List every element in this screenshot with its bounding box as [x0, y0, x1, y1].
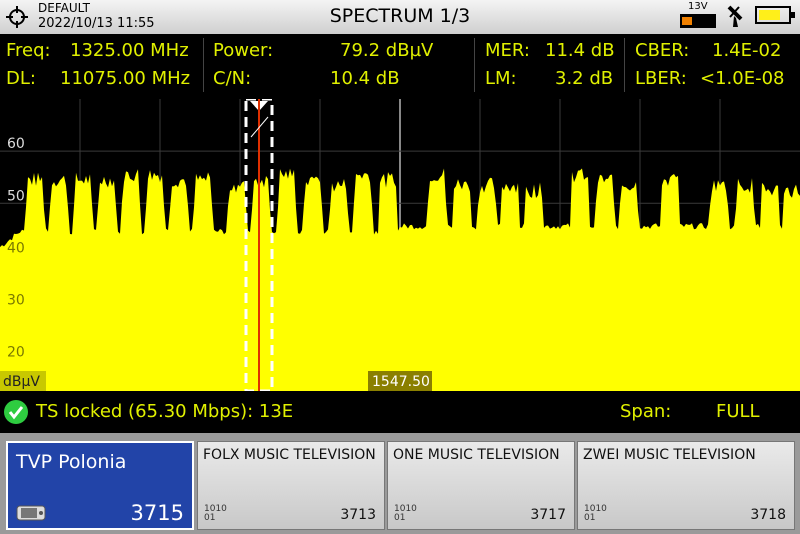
check-icon [4, 400, 28, 424]
ts-lock-status: TS locked (65.30 Mbps): 13E [36, 401, 294, 422]
cn-label: C/N: [213, 68, 252, 89]
y-tick-label: 50 [7, 188, 25, 204]
data-icon: 1010 01 [584, 504, 607, 523]
tv-icon [16, 505, 46, 521]
status-bar: TS locked (65.30 Mbps): 13E Span: FULL [0, 394, 800, 430]
service-name: ZWEI MUSIC TELEVISION [583, 447, 756, 463]
power-label: Power: [213, 40, 274, 61]
battery-icon [755, 6, 795, 24]
dl-value: 11075.00 MHz [60, 68, 191, 89]
spectrum-chart[interactable]: 60 50 40 30 20 dBµV 1547.50 [0, 99, 800, 391]
cber-value: 1.4E-02 [712, 40, 782, 61]
service-id: 3713 [340, 507, 376, 523]
lm-value: 3.2 dB [555, 68, 614, 89]
y-unit-label: dBµV [3, 374, 40, 390]
y-tick-label: 60 [7, 136, 25, 152]
mer-value: 11.4 dB [545, 40, 615, 61]
satellite-dish-icon [727, 5, 743, 27]
service-name: ONE MUSIC TELEVISION [393, 447, 560, 463]
y-tick-label: 20 [7, 345, 25, 361]
data-icon: 1010 01 [204, 504, 227, 523]
lnb-voltage: 13V [688, 1, 708, 12]
measurement-panel: Freq: 1325.00 MHz DL: 11075.00 MHz Power… [0, 34, 800, 96]
y-tick-label: 30 [7, 293, 25, 309]
spectrum-svg[interactable]: 60 50 40 30 20 dBµV 1547.50 [0, 99, 800, 391]
power-value: 79.2 dBµV [340, 40, 434, 61]
cn-value: 10.4 dB [330, 68, 400, 89]
lber-label: LBER: [635, 68, 687, 89]
service-item[interactable]: ONE MUSIC TELEVISION 1010 01 3717 [387, 441, 575, 530]
service-list: TVP Polonia 3715 FOLX MUSIC TELEVISION 1… [0, 433, 800, 534]
data-icon: 1010 01 [394, 504, 417, 523]
top-bar: DEFAULT 2022/10/13 11:55 SPECTRUM 1/3 13… [0, 0, 800, 34]
lber-value: <1.0E-08 [700, 68, 785, 89]
lnb-power-indicator [680, 14, 716, 28]
freq-label: Freq: [6, 40, 51, 61]
cber-label: CBER: [635, 40, 690, 61]
lm-label: LM: [485, 68, 517, 89]
freq-value: 1325.00 MHz [70, 40, 189, 61]
service-item[interactable]: ZWEI MUSIC TELEVISION 1010 01 3718 [577, 441, 795, 530]
mer-label: MER: [485, 40, 530, 61]
center-frequency-label: 1547.50 [372, 374, 430, 390]
dl-label: DL: [6, 68, 36, 89]
service-id: 3718 [750, 507, 786, 523]
service-name: TVP Polonia [16, 451, 127, 473]
service-id: 3715 [130, 501, 184, 525]
service-item[interactable]: TVP Polonia 3715 [6, 441, 194, 530]
service-item[interactable]: FOLX MUSIC TELEVISION 1010 01 3713 [197, 441, 385, 530]
service-id: 3717 [530, 507, 566, 523]
span-value[interactable]: FULL [716, 401, 760, 422]
y-tick-label: 40 [7, 240, 25, 256]
service-name: FOLX MUSIC TELEVISION [203, 447, 376, 463]
span-label: Span: [620, 401, 672, 422]
